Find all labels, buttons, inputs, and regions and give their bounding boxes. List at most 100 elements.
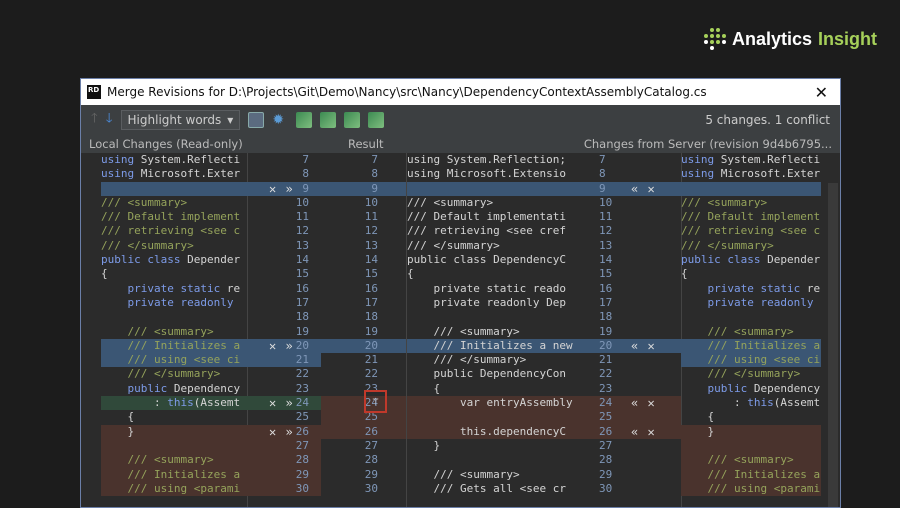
left-line-numbers: 7 8 9 10 11 12 13 14 15 16 17 18 19 20 21 22 23 24 25 26 27 2… [247,153,321,507]
change-status: 5 changes. 1 conflict [705,113,830,127]
apply-left-change-button[interactable]: ✕ » [269,339,294,353]
line-number: 23 [599,381,613,395]
merge-editor: using System.Reflecti using Microsoft.Ext… [81,153,840,507]
code-line: /// <summary> [707,324,794,338]
line-number: 19 [599,324,613,338]
line-number: 13 [295,238,309,252]
accept-left-icon[interactable] [320,112,337,128]
result-right-line-numbers: 7 8 9 10 11 12 13 14 15 16 17 18 19 20 21 22 23 24 25 26 27 2… [577,153,681,507]
code-line: using System.Reflecti [681,153,821,166]
line-number: 9 [321,181,406,196]
code-line: private readonly Dep [407,295,566,309]
close-icon[interactable]: ✕ [809,83,834,102]
line-number: 19 [295,324,309,338]
code-line: using Microsoft.Exter [681,167,821,181]
previous-change-arrow-up-icon[interactable]: 🡑 [91,109,98,131]
apply-non-conflicting-icon[interactable] [296,112,313,128]
line-number: 14 [599,253,613,267]
apply-left-change-button[interactable]: ✕ » [269,425,294,439]
line-number: 17 [364,295,378,309]
resolve-conflict-magic-wand-icon[interactable]: ⚚ [364,390,387,413]
line-number: 21 [247,353,321,368]
line-number: 15 [295,267,309,281]
line-number: 20 [577,338,681,354]
code-line: /// using <see ci [101,353,247,368]
line-number: 14 [295,253,309,267]
apply-right-change-button[interactable]: « ✕ [631,396,656,410]
code-line: /// <summary> [681,195,768,209]
line-number: 20 [321,338,406,354]
code-line: var entryAssembly [407,396,577,411]
line-number: 26 [577,424,681,439]
result-pane-header: Result [348,137,384,151]
line-number: 11 [364,210,378,224]
code-line: /// using <see ci [681,353,821,368]
code-line: using Microsoft.Exter [101,167,241,181]
apply-right-change-button[interactable]: « ✕ [631,182,656,196]
side-by-side-toggle-icon[interactable] [248,112,265,128]
code-line: public Dependency [707,381,821,395]
merge-revisions-dialog: RD Merge Revisions for D:\Projects\Git\D… [80,78,841,508]
apply-left-change-button[interactable]: ✕ » [269,182,294,196]
code-line: } [101,424,247,439]
gear-icon[interactable]: ✹ [272,112,288,128]
result-left-line-numbers: 7 8 9 10 11 12 13 14 15 16 17 18 19 20 21 22 23 24 25 26 27 2… [321,153,406,507]
line-number: 28 [247,453,321,468]
line-number: 24 [577,396,681,411]
code-line: : this(Assemt [681,396,821,410]
line-number: 8 [302,167,309,181]
line-number: 21 [599,353,613,367]
highlight-mode-value: Highlight words [127,113,222,127]
code-line: { [681,267,688,281]
next-change-arrow-down-icon[interactable]: 🡓 [106,109,113,131]
line-number: 11 [599,210,613,224]
line-number: 14 [364,253,378,267]
code-line: /// retrieving <see c [681,224,821,238]
left-code-pane[interactable]: using System.Reflecti using Microsoft.Ext… [101,153,247,507]
analytics-insight-logo: Analytics Insight [704,28,877,50]
code-line: /// Default implementati [407,210,566,224]
code-line: /// retrieving <see c [101,224,241,238]
line-number: 7 [371,153,378,166]
highlight-mode-dropdown[interactable]: Highlight words ▾ [120,110,241,130]
line-number: 16 [599,281,613,295]
right-code-pane[interactable]: using System.Reflecti using Microsoft.Ext… [681,153,821,507]
line-number: 9 [577,181,681,196]
line-number: 16 [364,281,378,295]
apply-right-change-button[interactable]: « ✕ [631,425,656,439]
result-code-pane[interactable]: using System.Reflection; using Microsoft.… [407,153,577,507]
line-number: 25 [295,410,309,424]
code-line: /// using <parami [101,481,247,497]
code-line: /// Initializes a [101,338,247,354]
line-number: 19 [364,324,378,338]
code-line: private static re [707,281,821,295]
line-number: 18 [364,310,378,324]
code-line: private readonly [127,295,234,309]
code-line: /// Default implement [681,210,821,224]
apply-left-change-button[interactable]: ✕ » [269,396,294,410]
pane-headers: Local Changes (Read-only) Result Changes… [81,135,840,153]
line-number: 10 [364,195,378,209]
code-line: /// <summary> [127,324,214,338]
accept-right-icon[interactable] [368,112,385,128]
apply-right-change-button[interactable]: « ✕ [631,339,656,353]
code-line: { [407,381,441,395]
line-number: 22 [599,367,613,381]
code-line: } [681,424,821,439]
line-number: 13 [364,238,378,252]
code-line: /// Initializes a new [407,338,577,354]
code-line: { [407,267,414,281]
code-line [101,181,247,196]
code-line: /// <summary> [407,467,520,481]
code-line: /// </summary> [127,367,221,381]
line-number: 28 [599,453,613,467]
line-number: 8 [371,167,378,181]
accept-all-icon[interactable] [344,112,361,128]
line-number: 29 [599,467,613,481]
scrollbar[interactable] [828,183,838,507]
line-number: 17 [295,295,309,309]
code-line: private readonly [707,295,814,309]
